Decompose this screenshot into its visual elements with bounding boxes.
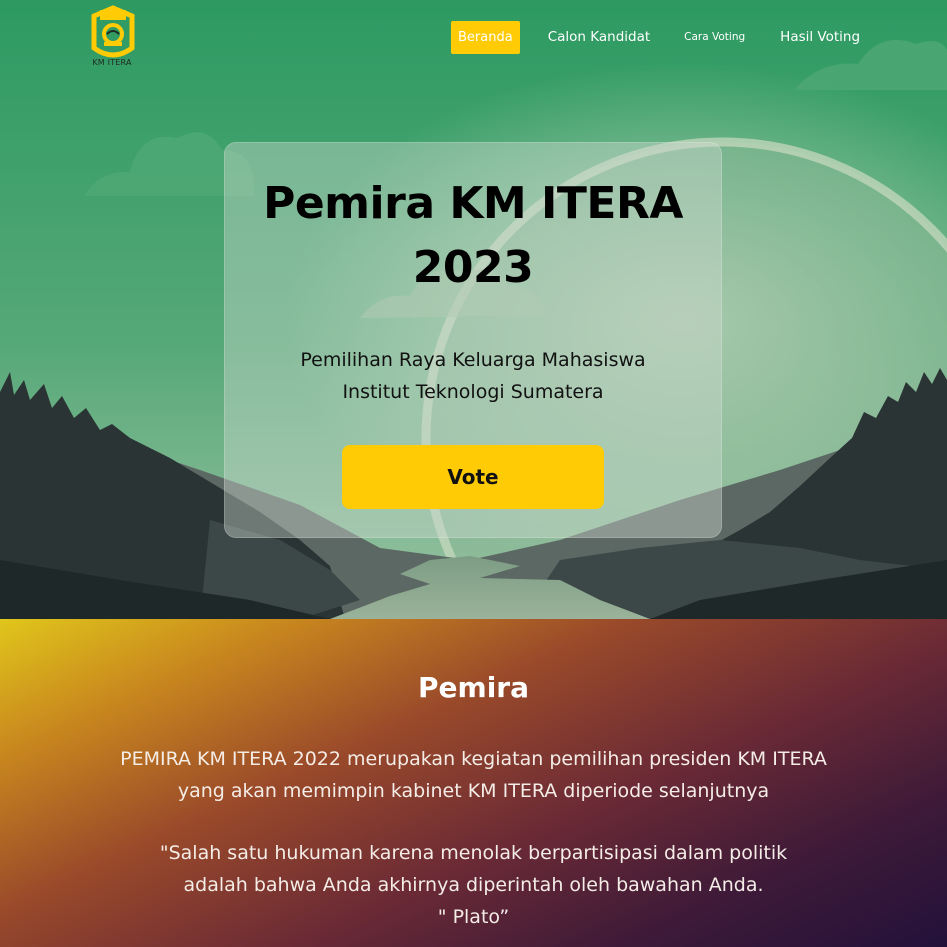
logo-caption: KM ITERA — [92, 58, 132, 67]
hero-subtitle-line-2: Institut Teknologi Sumatera — [342, 381, 604, 403]
section-title: Pemira — [418, 671, 529, 704]
about-pemira-section: Pemira PEMIRA KM ITERA 2022 merupakan ke… — [0, 619, 947, 947]
vote-button[interactable]: Vote — [342, 445, 604, 509]
quote-line-2: adalah bahwa Anda akhirnya diperintah ol… — [183, 874, 764, 896]
nav-item-hasil-voting[interactable]: Hasil Voting — [780, 29, 860, 45]
about-description: PEMIRA KM ITERA 2022 merupakan kegiatan … — [60, 743, 887, 807]
quote: "Salah satu hukuman karena menolak berpa… — [60, 837, 887, 933]
hero-subtitle-line-1: Pemilihan Raya Keluarga Mahasiswa — [300, 349, 646, 371]
hero-title: Pemira KM ITERA 2023 — [224, 172, 722, 300]
hero-title-line-1: Pemira KM ITERA — [263, 178, 683, 229]
quote-attribution: " Plato” — [437, 906, 510, 928]
hero-section: KM ITERA Beranda Calon Kandidat Cara Vot… — [0, 0, 947, 619]
about-description-line-2: yang akan memimpin kabinet KM ITERA dipe… — [177, 780, 770, 802]
about-description-line-1: PEMIRA KM ITERA 2022 merupakan kegiatan … — [120, 748, 827, 770]
hero-subtitle: Pemilihan Raya Keluarga Mahasiswa Instit… — [224, 344, 722, 408]
nav-item-cara-voting[interactable]: Cara Voting — [684, 31, 745, 43]
main-navigation: Beranda Calon Kandidat Cara Voting Hasil… — [451, 20, 860, 54]
hero-title-line-2: 2023 — [412, 242, 534, 293]
quote-line-1: "Salah satu hukuman karena menolak berpa… — [159, 842, 788, 864]
nav-item-calon-kandidat[interactable]: Calon Kandidat — [548, 29, 650, 45]
nav-item-beranda[interactable]: Beranda — [451, 20, 520, 54]
